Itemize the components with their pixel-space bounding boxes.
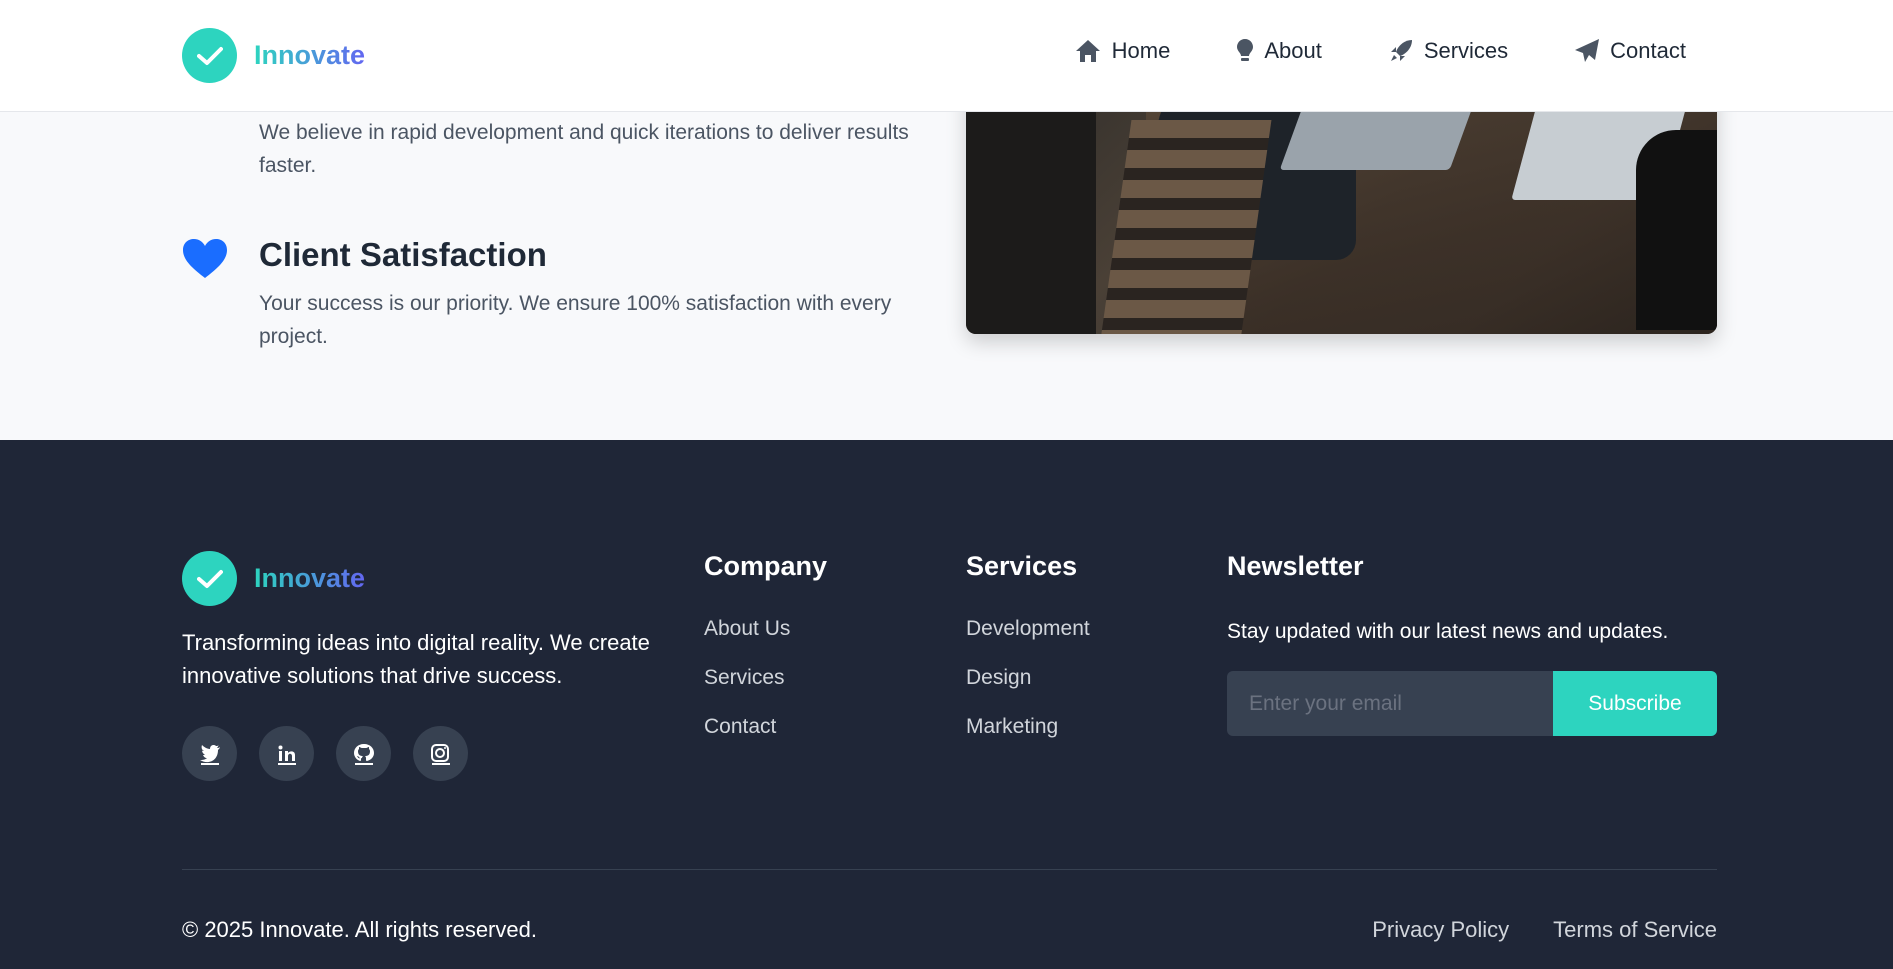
linkedin-link[interactable] bbox=[259, 726, 314, 781]
footer-link-marketing[interactable]: Marketing bbox=[966, 713, 1090, 741]
subscribe-button[interactable]: Subscribe bbox=[1553, 671, 1717, 736]
nav-contact[interactable]: Contact bbox=[1574, 38, 1686, 64]
heart-icon bbox=[182, 238, 228, 285]
privacy-policy-link[interactable]: Privacy Policy bbox=[1372, 917, 1509, 943]
paper-plane-icon bbox=[1575, 39, 1600, 62]
feature-title: Client Satisfaction bbox=[259, 236, 547, 273]
legal-links: Privacy Policy Terms of Service bbox=[1372, 917, 1717, 943]
nav-services[interactable]: Services bbox=[1388, 38, 1508, 64]
footer-link-design[interactable]: Design bbox=[966, 664, 1090, 692]
services-links: Development Design Marketing bbox=[966, 615, 1090, 741]
linkedin-icon bbox=[277, 745, 296, 765]
rocket-icon bbox=[1390, 40, 1412, 61]
nav-about[interactable]: About bbox=[1236, 38, 1322, 64]
feature-description: We believe in rapid development and quic… bbox=[259, 121, 909, 177]
instagram-link[interactable] bbox=[413, 726, 468, 781]
github-link[interactable] bbox=[336, 726, 391, 781]
feature-description: Your success is our priority. We ensure … bbox=[259, 292, 892, 348]
footer-link-services[interactable]: Services bbox=[704, 664, 790, 692]
main-nav: Home About Services Contact bbox=[1008, 38, 1686, 64]
check-icon bbox=[182, 551, 237, 606]
footer-link-development[interactable]: Development bbox=[966, 615, 1090, 643]
social-links bbox=[182, 726, 468, 781]
site-footer: Innovate Transforming ideas into digital… bbox=[0, 440, 1893, 969]
footer-logo-text: Innovate bbox=[254, 563, 366, 593]
footer-link-contact[interactable]: Contact bbox=[704, 713, 790, 741]
nav-home-label: Home bbox=[1111, 38, 1171, 63]
nav-services-label: Services bbox=[1423, 38, 1509, 63]
github-icon bbox=[353, 743, 374, 765]
home-icon bbox=[1075, 40, 1100, 62]
twitter-icon bbox=[199, 744, 220, 765]
copyright: © 2025 Innovate. All rights reserved. bbox=[182, 917, 537, 942]
logo-text: Innovate bbox=[254, 40, 366, 70]
footer-description: Transforming ideas into digital reality.… bbox=[182, 630, 650, 688]
company-links: About Us Services Contact bbox=[704, 615, 790, 741]
nav-about-label: About bbox=[1264, 38, 1322, 63]
check-icon bbox=[182, 28, 237, 83]
company-heading: Company bbox=[704, 551, 828, 581]
footer-link-about-us[interactable]: About Us bbox=[704, 615, 790, 643]
newsletter-text: Stay updated with our latest news and up… bbox=[1227, 620, 1669, 643]
instagram-icon bbox=[430, 743, 450, 765]
newsletter-form: Subscribe bbox=[1227, 671, 1717, 736]
footer-logo[interactable]: Innovate bbox=[182, 551, 365, 606]
terms-of-service-link[interactable]: Terms of Service bbox=[1553, 917, 1717, 943]
logo[interactable]: Innovate bbox=[182, 28, 365, 83]
nav-home[interactable]: Home bbox=[1074, 38, 1171, 64]
site-header: Innovate Home About Services Contact bbox=[0, 0, 1893, 112]
footer-divider bbox=[182, 869, 1717, 870]
lightbulb-icon bbox=[1237, 39, 1254, 61]
nav-contact-label: Contact bbox=[1610, 38, 1686, 63]
services-heading: Services bbox=[966, 551, 1078, 581]
newsletter-heading: Newsletter bbox=[1227, 551, 1364, 581]
twitter-link[interactable] bbox=[182, 726, 237, 781]
email-input[interactable] bbox=[1227, 671, 1553, 736]
